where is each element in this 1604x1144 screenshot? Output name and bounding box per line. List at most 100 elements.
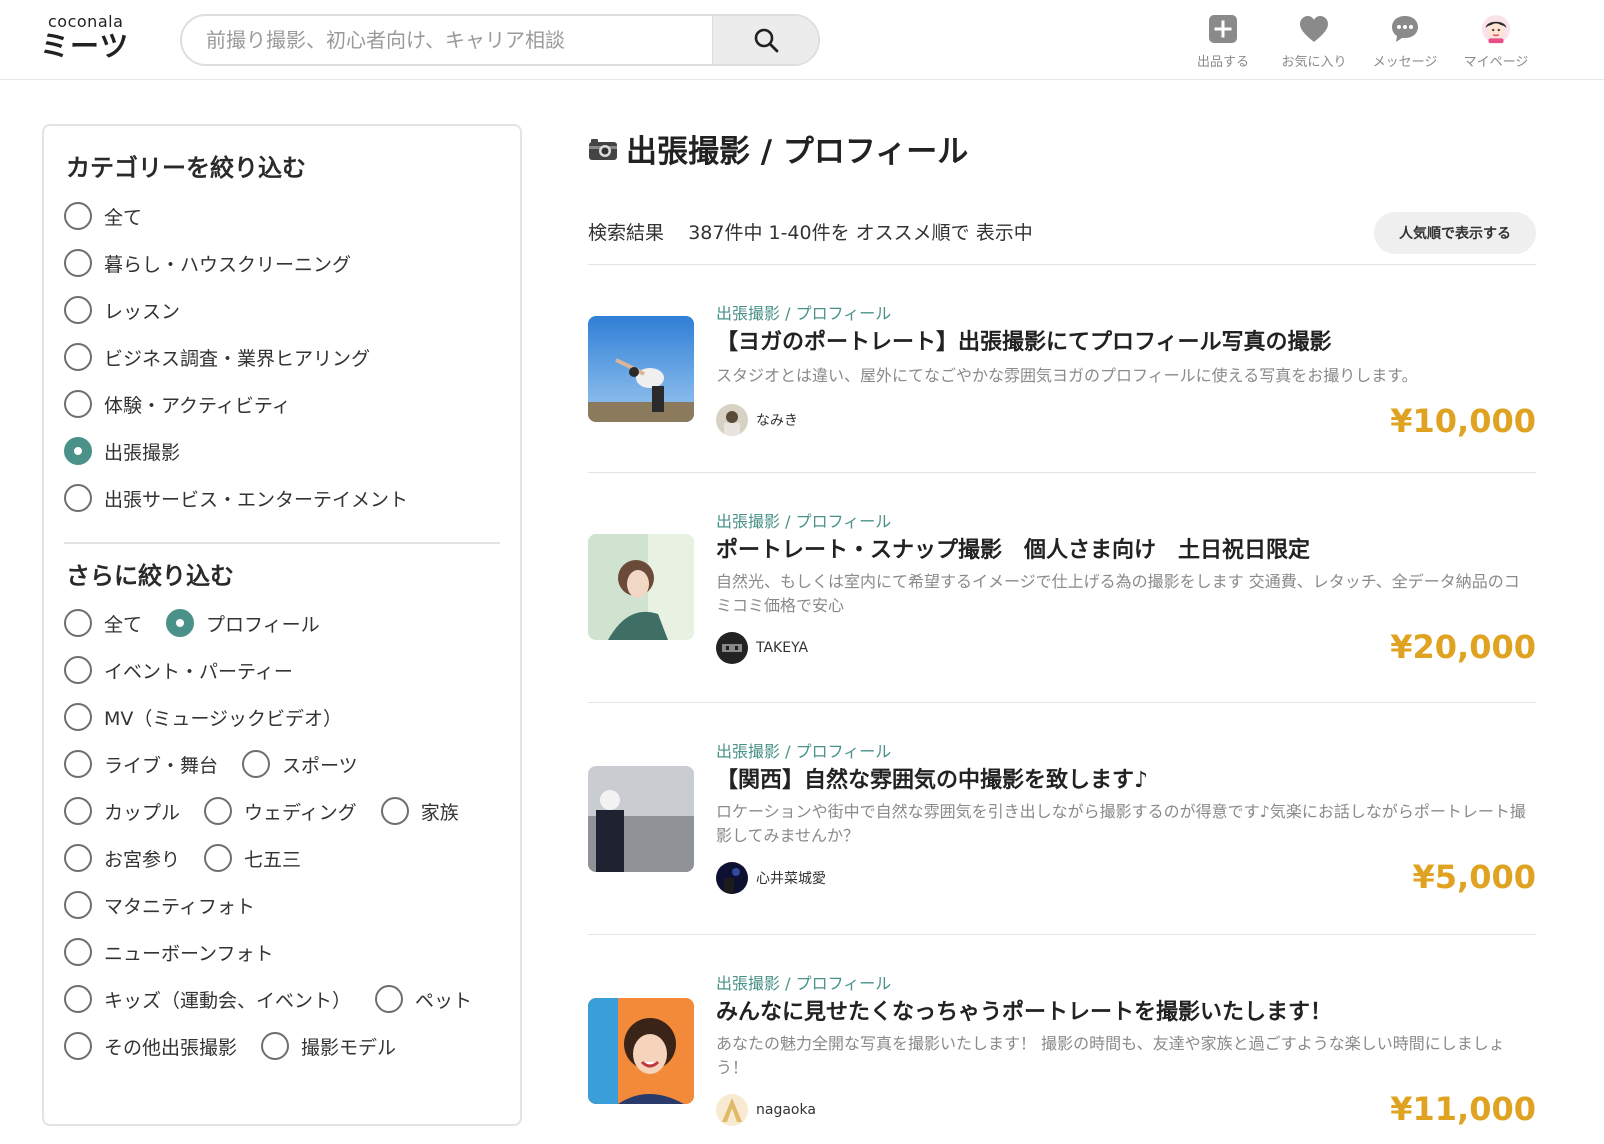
seller-name: TAKEYA [756, 640, 809, 656]
radio-circle[interactable] [204, 797, 233, 825]
seller-info[interactable]: TAKEYA [716, 632, 808, 664]
seller-name: 心井菜城愛 [756, 871, 826, 887]
listing-title[interactable]: みんなに見せたくなっちゃうポートレートを撮影いたします！ [716, 994, 1332, 1026]
radio-label: レッスン [104, 300, 181, 323]
radio-circle-selected[interactable] [166, 609, 195, 637]
radio-label: 出張撮影 [104, 441, 181, 464]
nav-messages[interactable]: メッセージ [1360, 14, 1450, 70]
listing-category[interactable]: 出張撮影 / プロフィール [716, 508, 891, 532]
nav-mypage[interactable]: マイページ [1451, 14, 1541, 70]
radio-label: 家族 [420, 801, 459, 824]
radio-circle-selected[interactable] [64, 437, 92, 465]
radio-circle[interactable] [64, 296, 92, 324]
page-title-text: 出張撮影 / プロフィール [626, 134, 969, 170]
user-avatar-icon [1481, 14, 1511, 44]
refine-radio-sports[interactable]: スポーツ [242, 750, 358, 778]
search-box [180, 14, 820, 66]
listing-category[interactable]: 出張撮影 / プロフィール [716, 970, 891, 994]
refine-radio-wedding[interactable]: ウェディング [204, 797, 357, 825]
listing-category[interactable]: 出張撮影 / プロフィール [716, 738, 891, 762]
radio-circle[interactable] [64, 750, 92, 778]
seller-info[interactable]: 心井菜城愛 [716, 862, 826, 894]
search-button[interactable] [712, 16, 818, 64]
listing-title[interactable]: ポートレート・スナップ撮影 個人さま向け 土日祝日限定 [716, 532, 1310, 564]
listing-thumbnail[interactable] [588, 766, 694, 872]
radio-label: ウェディング [244, 801, 357, 824]
listing-category[interactable]: 出張撮影 / プロフィール [716, 300, 891, 324]
site-logo[interactable]: coconala ミーツ [40, 12, 150, 68]
category-radio-entertainment[interactable]: 出張サービス・エンターテイメント [64, 484, 408, 512]
radio-circle[interactable] [64, 891, 92, 919]
refine-radio-kids[interactable]: キッズ（運動会、イベント） [64, 985, 351, 1013]
nav-mypage-label: マイページ [1463, 55, 1529, 70]
radio-label: 出張サービス・エンターテイメント [104, 488, 409, 511]
listing-thumbnail[interactable] [588, 534, 694, 640]
radio-circle[interactable] [242, 750, 271, 778]
radio-circle[interactable] [64, 343, 92, 371]
nav-sell[interactable]: 出品する [1178, 14, 1268, 70]
refine-radio-event[interactable]: イベント・パーティー [64, 656, 293, 684]
listing-card[interactable]: 出張撮影 / プロフィール 【関西】自然な雰囲気の中撮影を致します♪ ロケーショ… [588, 738, 1536, 908]
refine-heading: さらに絞り込む [66, 562, 234, 590]
radio-circle[interactable] [64, 484, 92, 512]
radio-circle[interactable] [64, 985, 92, 1013]
category-radio-all[interactable]: 全て [64, 202, 142, 230]
listing-card[interactable]: 出張撮影 / プロフィール みんなに見せたくなっちゃうポートレートを撮影いたしま… [588, 970, 1536, 1140]
listing-card[interactable]: 出張撮影 / プロフィール ポートレート・スナップ撮影 個人さま向け 土日祝日限… [588, 508, 1536, 678]
radio-circle[interactable] [64, 390, 92, 418]
category-radio-activity[interactable]: 体験・アクティビティ [64, 390, 291, 418]
radio-label: ビジネス調査・業界ヒアリング [104, 347, 371, 370]
divider [588, 264, 1536, 265]
refine-radio-model[interactable]: 撮影モデル [261, 1032, 396, 1060]
refine-radio-family[interactable]: 家族 [380, 797, 459, 825]
seller-avatar [716, 404, 748, 436]
seller-info[interactable]: なみき [716, 404, 798, 436]
seller-name: nagaoka [756, 1102, 816, 1118]
divider [588, 472, 1536, 473]
seller-name: なみき [756, 413, 798, 429]
refine-radio-all[interactable]: 全て [64, 609, 142, 637]
category-radio-living[interactable]: 暮らし・ハウスクリーニング [64, 249, 351, 277]
nav-favorites[interactable]: お気に入り [1269, 14, 1359, 70]
listing-title[interactable]: 【ヨガのポートレート】出張撮影にてプロフィール写真の撮影 [716, 324, 1332, 356]
radio-circle[interactable] [64, 1032, 92, 1060]
radio-circle[interactable] [375, 985, 404, 1013]
refine-radio-couple[interactable]: カップル [64, 797, 180, 825]
refine-radio-maternity[interactable]: マタニティフォト [64, 891, 255, 919]
listing-thumbnail[interactable] [588, 998, 694, 1104]
category-heading: カテゴリーを絞り込む [66, 154, 306, 182]
category-radio-photo[interactable]: 出張撮影 [64, 437, 180, 465]
refine-radio-newborn[interactable]: ニューボーンフォト [64, 938, 273, 966]
filter-sidebar: カテゴリーを絞り込む 全て 暮らし・ハウスクリーニング レッスン ビジネス調査・… [42, 124, 522, 1126]
sort-popular-button[interactable]: 人気順で表示する [1374, 212, 1536, 254]
listing-card[interactable]: 出張撮影 / プロフィール 【ヨガのポートレート】出張撮影にてプロフィール写真の… [588, 300, 1536, 450]
radio-circle[interactable] [380, 797, 409, 825]
radio-circle[interactable] [64, 938, 92, 966]
radio-circle[interactable] [64, 797, 92, 825]
category-radio-business[interactable]: ビジネス調査・業界ヒアリング [64, 343, 370, 371]
refine-radio-profile[interactable]: プロフィール [166, 609, 320, 637]
radio-circle[interactable] [64, 656, 92, 684]
listing-thumbnail[interactable] [588, 316, 694, 422]
radio-circle[interactable] [261, 1032, 290, 1060]
refine-radio-live[interactable]: ライブ・舞台 [64, 750, 218, 778]
refine-radio-shichigosan[interactable]: 七五三 [204, 844, 301, 872]
radio-circle[interactable] [64, 249, 92, 277]
refine-radio-pet[interactable]: ペット [375, 985, 472, 1013]
listing-title[interactable]: 【関西】自然な雰囲気の中撮影を致します♪ [716, 762, 1148, 794]
category-radio-lesson[interactable]: レッスン [64, 296, 180, 324]
radio-circle[interactable] [64, 844, 92, 872]
radio-circle[interactable] [64, 609, 92, 637]
result-summary: 検索結果 387件中 1-40件を オススメ順で 表示中 [588, 218, 1033, 245]
listing-price: ¥10,000 [1390, 402, 1536, 440]
radio-label: 七五三 [244, 848, 302, 871]
radio-circle[interactable] [204, 844, 233, 872]
listing-description: あなたの魅力全開な写真を撮影いたします！ 撮影の時間も、友達や家族と過ごすような… [716, 1034, 1505, 1077]
refine-radio-omiyamairi[interactable]: お宮参り [64, 844, 180, 872]
radio-circle[interactable] [64, 703, 92, 731]
refine-radio-mv[interactable]: MV（ミュージックビデオ） [64, 703, 342, 731]
search-input[interactable] [182, 16, 716, 64]
seller-info[interactable]: nagaoka [716, 1094, 816, 1126]
radio-circle[interactable] [64, 202, 92, 230]
refine-radio-other[interactable]: その他出張撮影 [64, 1032, 237, 1060]
